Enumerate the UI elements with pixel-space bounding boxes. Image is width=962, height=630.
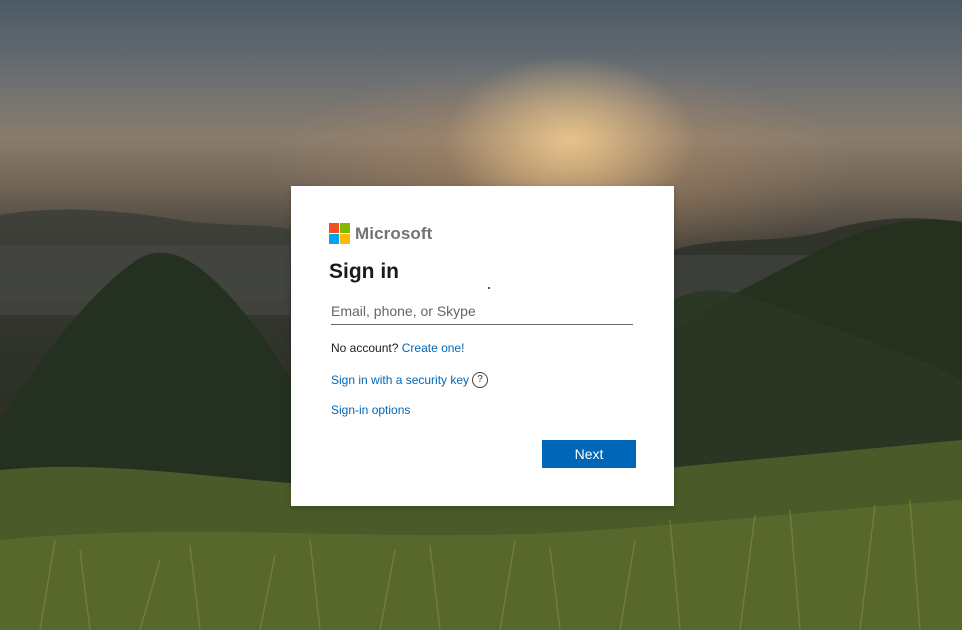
signin-card: Microsoft Sign in No account? Create one… xyxy=(291,186,674,506)
page-title: Sign in xyxy=(329,260,399,283)
logo-square-yellow xyxy=(340,234,350,244)
create-account-link[interactable]: Create one! xyxy=(402,341,465,355)
email-field[interactable] xyxy=(331,298,633,325)
brand-name: Microsoft xyxy=(355,223,433,243)
signin-options-link[interactable]: Sign-in options xyxy=(331,403,410,417)
decorative-dot xyxy=(488,287,490,289)
microsoft-logo-icon xyxy=(329,223,350,244)
question-circle-icon[interactable]: ? xyxy=(472,372,489,388)
logo-square-blue xyxy=(329,234,339,244)
no-account-text: No account? xyxy=(331,341,399,355)
logo-square-red xyxy=(329,223,339,233)
security-key-row: Sign in with a security key ? xyxy=(331,372,489,388)
signin-options-row: Sign-in options xyxy=(331,403,410,417)
no-account-row: No account? Create one! xyxy=(331,341,464,355)
logo-square-green xyxy=(340,223,350,233)
security-key-link[interactable]: Sign in with a security key xyxy=(331,373,469,387)
next-button[interactable]: Next xyxy=(542,440,636,468)
brand-row: Microsoft xyxy=(329,223,432,244)
